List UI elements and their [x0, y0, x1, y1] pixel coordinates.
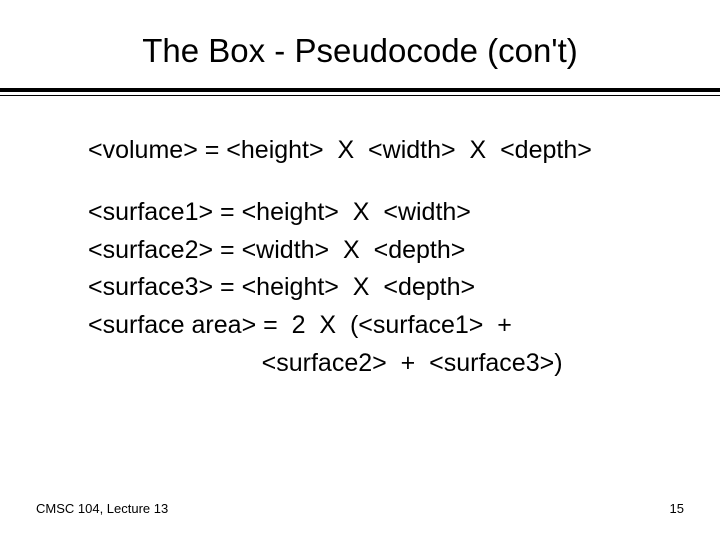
pseudocode-line: <surface area> = 2 X (<surface1> + — [88, 309, 664, 343]
pseudocode-line: <surface2> = <width> X <depth> — [88, 234, 664, 268]
divider — [0, 88, 720, 96]
slide-body: <volume> = <height> X <width> X <depth> … — [0, 96, 720, 381]
pseudocode-line: <surface1> = <height> X <width> — [88, 196, 664, 230]
title-area: The Box - Pseudocode (con't) — [0, 0, 720, 70]
pseudocode-line: <volume> = <height> X <width> X <depth> — [88, 134, 664, 168]
footer-page-number: 15 — [670, 501, 684, 516]
slide: The Box - Pseudocode (con't) <volume> = … — [0, 0, 720, 540]
footer-course: CMSC 104, Lecture 13 — [36, 501, 168, 516]
slide-title: The Box - Pseudocode (con't) — [0, 32, 720, 70]
pseudocode-line: <surface2> + <surface3>) — [88, 347, 664, 381]
pseudocode-line: <surface3> = <height> X <depth> — [88, 271, 664, 305]
